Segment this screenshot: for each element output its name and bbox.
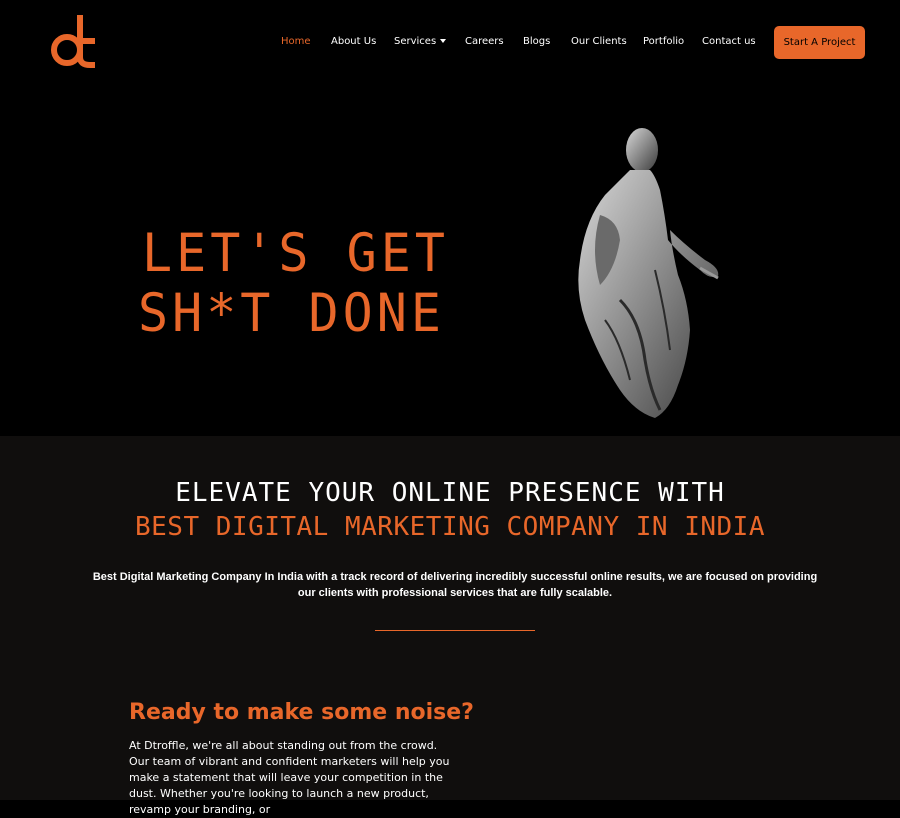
nav-home[interactable]: Home [281,35,311,49]
brand-logo[interactable] [50,13,98,71]
intro-section: ELEVATE YOUR ONLINE PRESENCE WITH BEST D… [0,436,900,816]
hero-section: LET'S GET SH*T DONE [0,90,900,436]
hero-headline-line2: SH*T DONE [138,282,445,344]
hero-headline-line1: LET'S GET [142,222,449,284]
nav-our-clients[interactable]: Our Clients [571,35,627,49]
nav-services-label: Services [394,36,437,47]
nav-careers[interactable]: Careers [465,35,504,49]
nav-portfolio[interactable]: Portfolio [643,35,684,49]
intro-title-line1: ELEVATE YOUR ONLINE PRESENCE WITH [175,478,725,508]
site-header: Home About Us Services Careers Blogs Our… [0,0,900,90]
nav-about-us[interactable]: About Us [331,35,376,49]
intro-title-line2: BEST DIGITAL MARKETING COMPANY IN INDIA [135,512,765,542]
nav-contact-us[interactable]: Contact us [702,35,756,49]
noise-body-text: At Dtroffle, we're all about standing ou… [129,739,450,816]
chevron-down-icon [440,39,447,43]
statue-image [578,128,719,418]
nav-blogs[interactable]: Blogs [523,35,550,49]
intro-description: Best Digital Marketing Company In India … [92,571,818,599]
nav-services[interactable]: Services [394,35,447,49]
start-project-button[interactable]: Start A Project [774,26,865,59]
noise-heading: Ready to make some noise? [129,700,474,725]
section-divider [375,630,535,631]
